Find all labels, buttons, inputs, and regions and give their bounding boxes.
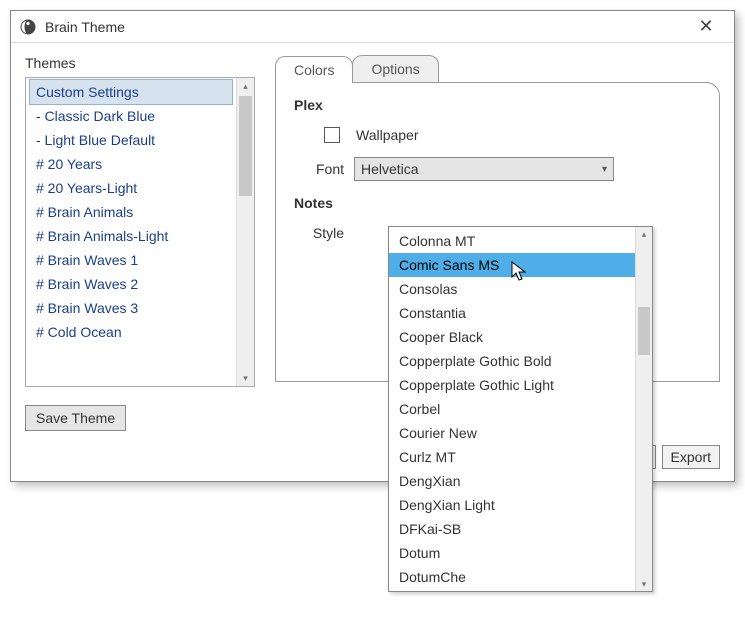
font-dropdown-list[interactable]: Colonna MT Comic Sans MS Consolas Consta…: [388, 226, 653, 592]
theme-item[interactable]: # Brain Waves 3: [30, 296, 232, 320]
style-label: Style: [294, 225, 344, 241]
notes-heading-row: Notes: [294, 195, 701, 211]
window-title: Brain Theme: [45, 19, 686, 35]
font-option[interactable]: Copperplate Gothic Light: [389, 373, 635, 397]
scroll-down-icon[interactable]: ▾: [636, 577, 652, 591]
theme-item[interactable]: # Cold Ocean: [30, 320, 232, 344]
font-option[interactable]: Consolas: [389, 277, 635, 301]
scroll-up-icon[interactable]: ▴: [636, 227, 652, 241]
font-option[interactable]: DotumChe: [389, 565, 635, 589]
font-value: Helvetica: [361, 161, 419, 177]
tab-options[interactable]: Options: [352, 55, 438, 82]
save-theme-button[interactable]: Save Theme: [25, 405, 126, 431]
tab-colors[interactable]: Colors: [275, 56, 353, 83]
theme-item[interactable]: Custom Settings: [30, 80, 232, 104]
wallpaper-checkbox[interactable]: [324, 127, 340, 143]
font-option[interactable]: Courier New: [389, 421, 635, 445]
tabs: Colors Options: [275, 55, 720, 82]
wallpaper-row: Wallpaper: [294, 127, 701, 143]
font-option[interactable]: Constantia: [389, 301, 635, 325]
themes-list-items: Custom Settings - Classic Dark Blue - Li…: [26, 78, 236, 386]
font-label: Font: [294, 161, 344, 177]
scroll-down-icon[interactable]: ▾: [237, 370, 254, 386]
font-option[interactable]: Comic Sans MS: [389, 253, 635, 277]
theme-item[interactable]: # 20 Years-Light: [30, 176, 232, 200]
theme-item[interactable]: # 20 Years: [30, 152, 232, 176]
font-option[interactable]: DengXian Light: [389, 493, 635, 517]
scroll-up-icon[interactable]: ▴: [237, 78, 254, 94]
theme-item[interactable]: - Classic Dark Blue: [30, 104, 232, 128]
chevron-down-icon: ▾: [602, 164, 607, 175]
titlebar: Brain Theme ✕: [11, 11, 734, 43]
font-option[interactable]: Corbel: [389, 397, 635, 421]
export-button[interactable]: Export: [662, 445, 720, 469]
brain-theme-window: Brain Theme ✕ Themes Custom Settings - C…: [10, 10, 735, 482]
dropdown-scrollbar[interactable]: ▴ ▾: [635, 227, 652, 591]
theme-item[interactable]: # Brain Waves 1: [30, 248, 232, 272]
font-option[interactable]: Copperplate Gothic Bold: [389, 349, 635, 373]
plex-heading: Plex: [294, 97, 323, 113]
theme-item[interactable]: - Light Blue Default: [30, 128, 232, 152]
font-option[interactable]: Curlz MT: [389, 445, 635, 469]
themes-label: Themes: [25, 55, 255, 71]
theme-item[interactable]: # Brain Waves 2: [30, 272, 232, 296]
theme-item[interactable]: # Brain Animals: [30, 200, 232, 224]
app-icon: [19, 18, 37, 36]
font-combobox[interactable]: Helvetica ▾: [354, 157, 614, 181]
font-dropdown-items: Colonna MT Comic Sans MS Consolas Consta…: [389, 227, 635, 591]
scroll-thumb[interactable]: [239, 96, 252, 196]
theme-item[interactable]: # Brain Animals-Light: [30, 224, 232, 248]
themes-listbox[interactable]: Custom Settings - Classic Dark Blue - Li…: [25, 77, 255, 387]
font-option[interactable]: Colonna MT: [389, 229, 635, 253]
plex-heading-row: Plex: [294, 97, 701, 113]
font-option[interactable]: DengXian: [389, 469, 635, 493]
font-option[interactable]: DFKai-SB: [389, 517, 635, 541]
notes-heading: Notes: [294, 195, 333, 211]
font-row: Font Helvetica ▾: [294, 157, 701, 181]
themes-scrollbar[interactable]: ▴ ▾: [236, 78, 254, 386]
close-button[interactable]: ✕: [686, 16, 726, 37]
font-option[interactable]: Cooper Black: [389, 325, 635, 349]
font-option[interactable]: Dotum: [389, 541, 635, 565]
scroll-thumb[interactable]: [638, 307, 650, 355]
themes-panel: Themes Custom Settings - Classic Dark Bl…: [25, 55, 255, 431]
wallpaper-label: Wallpaper: [356, 127, 419, 143]
